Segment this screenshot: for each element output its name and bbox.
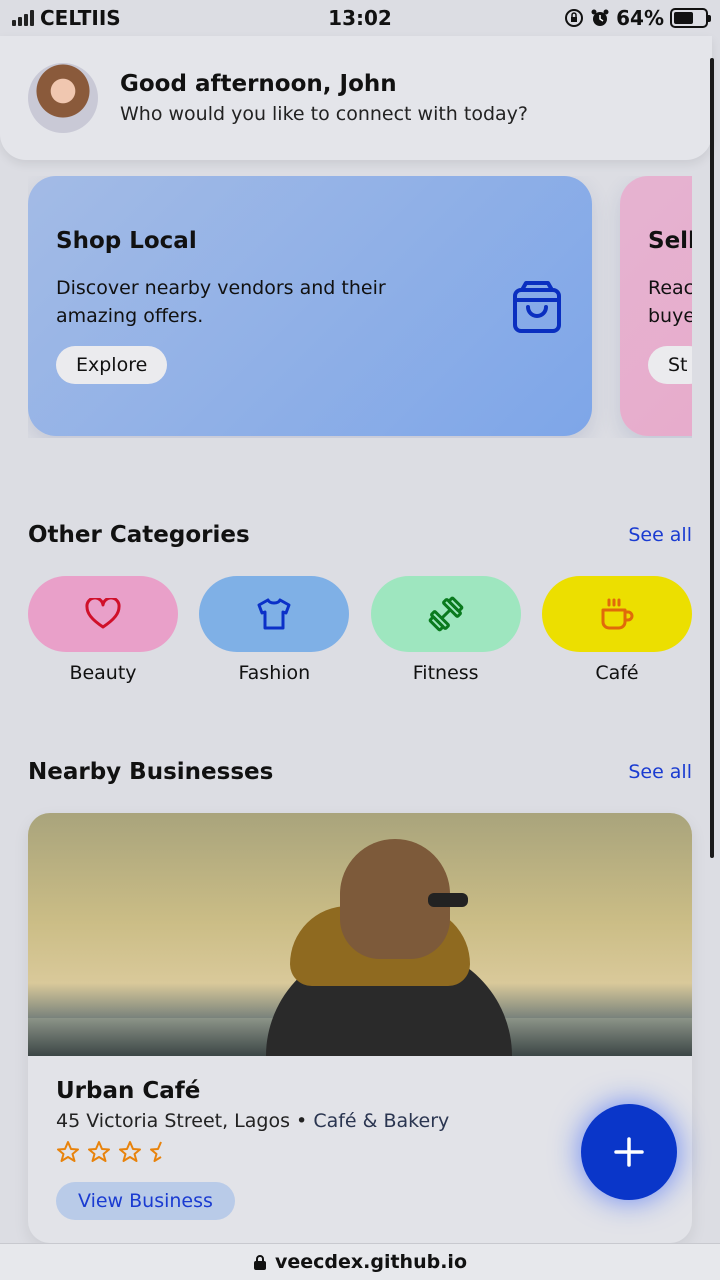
category-label: Café [595,662,639,684]
start-button[interactable]: St [648,346,692,384]
see-all-categories-link[interactable]: See all [628,524,692,546]
category-pill[interactable] [28,576,178,652]
promo-title: Sell [648,228,692,254]
carrier-label: CELTIIS [40,6,121,30]
promo-card-sell[interactable]: Sell Reac buye St [620,176,692,436]
category-fitness[interactable]: Fitness [370,576,521,684]
star-icon [57,1141,79,1162]
category-fashion[interactable]: Fashion [199,576,350,684]
signal-icon [12,10,34,26]
battery-percent: 64% [616,6,664,30]
category-label: Fashion [238,662,311,684]
scrollbar[interactable] [710,58,714,858]
half-star-icon [150,1141,162,1162]
dumbbell-icon [428,596,464,632]
view-business-button[interactable]: View Business [56,1182,235,1220]
heart-icon [85,598,121,629]
shopping-bag-icon [513,281,561,333]
promo-title: Shop Local [56,228,197,254]
explore-button[interactable]: Explore [56,346,168,384]
star-icon [88,1141,110,1162]
shirt-icon [257,598,291,630]
business-address: 45 Victoria Street, Lagos [56,1110,290,1132]
url-text: veecdex.github.io [274,1251,467,1273]
business-category: Café & Bakery [313,1110,450,1132]
alarm-icon [591,9,609,26]
greeting-text: Good afternoon, John Who would you like … [120,71,528,125]
category-beauty[interactable]: Beauty [28,576,178,684]
nearby-header: Nearby Businesses See all [28,759,692,785]
promo-description: Reac buye [648,277,692,327]
greeting-subtitle: Who would you like to connect with today… [120,103,528,125]
star-rating [56,1140,664,1172]
section-title: Other Categories [28,522,250,548]
status-bar: CELTIIS 13:02 64% [0,0,720,36]
business-name: Urban Café [56,1078,201,1104]
see-all-businesses-link[interactable]: See all [628,761,692,783]
rotation-lock-icon [565,9,584,27]
greeting-header: Good afternoon, John Who would you like … [0,36,712,160]
promo-carousel[interactable]: Shop Local Discover nearby vendors and t… [28,176,692,438]
business-meta: 45 Victoria Street, Lagos • Café & Baker… [56,1110,664,1132]
category-pill[interactable] [370,576,521,652]
category-pill[interactable] [541,576,692,652]
avatar[interactable] [28,63,98,133]
lock-icon [253,1255,266,1270]
meta-separator: • [296,1110,308,1132]
categories-header: Other Categories See all [28,522,692,548]
section-title: Nearby Businesses [28,759,274,785]
category-label: Fitness [412,662,479,684]
battery-icon [670,8,711,28]
url-bar[interactable]: veecdex.github.io [0,1243,720,1280]
greeting-title: Good afternoon, John [120,71,397,97]
battery-fill [674,12,694,24]
promo-description: Discover nearby vendors and their amazin… [56,277,386,327]
coffee-icon [601,598,634,630]
status-left: CELTIIS [12,6,121,30]
category-list: Beauty Fashion Fitness Café [28,576,692,684]
star-icon [119,1141,141,1162]
status-right: 64% [564,6,711,30]
plus-icon [614,1137,644,1167]
star-rating-icons [57,1141,162,1162]
promo-card-shop-local[interactable]: Shop Local Discover nearby vendors and t… [28,176,592,436]
category-label: Beauty [69,662,137,684]
business-image [28,813,692,1056]
category-cafe[interactable]: Café [541,576,692,684]
category-pill[interactable] [199,576,350,652]
add-fab-button[interactable] [581,1104,677,1200]
